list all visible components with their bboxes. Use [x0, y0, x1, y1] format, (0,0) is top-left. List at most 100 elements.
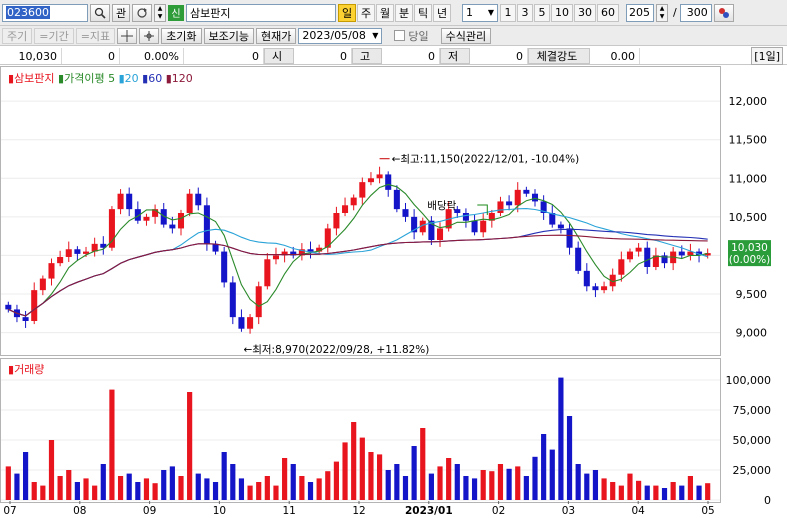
time-tick-label: 07 — [3, 505, 16, 517]
price-chart[interactable]: 12,00011,50011,00010,50010,0009,5009,000… — [0, 66, 787, 356]
current-price-button[interactable]: 현재가 — [256, 27, 297, 44]
period-day-button[interactable]: 일 — [338, 3, 356, 22]
volume-tick-label: 75,000 — [733, 404, 772, 417]
price-plot-area — [0, 66, 721, 356]
time-tick-label: 2023/01 — [405, 505, 453, 517]
chevron-down-icon: ▼ — [372, 31, 379, 40]
candle-body — [221, 251, 228, 283]
cycle-button[interactable]: 주기 — [2, 27, 33, 44]
candle-body — [367, 178, 374, 183]
price-axis-labels: 12,00011,50011,00010,50010,0009,5009,000 — [729, 95, 768, 339]
candle-body — [229, 282, 236, 318]
interval-select[interactable]: 1 ▼ — [462, 3, 498, 22]
last-rate-value: (0.00%) — [729, 254, 771, 266]
stock-code-input[interactable]: 023600 — [2, 3, 88, 22]
period-tick-button[interactable]: 틱 — [414, 3, 432, 22]
stock-scroll-spinner[interactable]: ▲ ▼ — [154, 3, 166, 22]
interval-3-button[interactable]: 3 — [517, 3, 533, 22]
high-label: 고 — [352, 48, 382, 64]
volume-bar — [195, 473, 201, 500]
quote-bar: 10,030 0 0.00% 0 시 0 고 0 저 0 체결강도 0.00 [… — [0, 47, 787, 65]
today-checkbox[interactable] — [394, 30, 406, 41]
volume-axis-labels: 100,00075,00050,00025,0000 — [726, 374, 772, 507]
settings-button[interactable] — [713, 3, 734, 22]
reset-button[interactable]: 초기화 — [161, 27, 202, 44]
move-button[interactable] — [139, 27, 160, 44]
volume-chart[interactable]: 100,00075,00050,00025,0000 — [0, 358, 787, 507]
volume-bar — [282, 458, 288, 500]
data-count-spinner[interactable]: ▲ ▼ — [656, 3, 668, 22]
volume-bar — [57, 476, 63, 500]
candle-body — [272, 255, 279, 260]
candle-body — [342, 205, 349, 213]
formula-manager-button[interactable]: 수식관리 — [440, 27, 492, 44]
time-tick-label: 03 — [562, 505, 575, 517]
volume-bar — [152, 483, 158, 500]
indicator-button[interactable]: =지표 — [75, 27, 116, 44]
crosshair-button[interactable] — [117, 27, 138, 44]
refresh-icon — [137, 7, 147, 18]
volume-bar — [66, 470, 72, 500]
period-tag: [1일] — [751, 47, 783, 65]
volume-bar — [566, 416, 573, 500]
price-legend: ▮삼보판지 ▮가격이평 5 ▮20 ▮60 ▮120 — [8, 70, 193, 86]
candle-body — [523, 189, 530, 194]
candle-body — [592, 286, 599, 291]
volume-chart-panel[interactable]: 100,000 75,000 50,000 25,000 0 ▮거래량 — [0, 358, 787, 507]
candle-body — [566, 228, 573, 248]
new-badge: 신 — [168, 4, 184, 21]
volume-bar — [506, 468, 512, 500]
high-annotation: ←최고:11,150(2022/12/01, -10.04%) — [392, 154, 580, 166]
volume-bar — [679, 485, 685, 500]
volume-bar — [143, 478, 150, 500]
trade-volume: 0 — [184, 48, 264, 64]
legend-stock-name: 삼보판지 — [14, 72, 55, 85]
interval-30-button[interactable]: 30 — [574, 3, 596, 22]
data-count-input[interactable]: 205 — [626, 3, 654, 22]
related-button[interactable]: 관 — [112, 3, 130, 22]
price-tick-label: 9,000 — [736, 327, 768, 340]
date-select[interactable]: 2023/05/08 ▼ — [298, 27, 383, 44]
dividend-annotation: 배당락 — [427, 200, 456, 212]
stock-name-field[interactable]: 삼보판지 — [186, 3, 336, 22]
period-month-button[interactable]: 월 — [376, 3, 394, 22]
volume-bar — [592, 470, 599, 500]
range-button[interactable]: =기간 — [34, 27, 74, 44]
candle-body — [575, 247, 582, 271]
volume-bar — [705, 483, 711, 500]
crosshair-icon — [121, 29, 134, 42]
candle-body — [57, 256, 64, 264]
candle-body — [48, 263, 55, 279]
period-year-button[interactable]: 년 — [433, 3, 451, 22]
strength-label: 체결강도 — [528, 48, 590, 64]
period-minute-button[interactable]: 분 — [395, 3, 413, 22]
open-label: 시 — [264, 48, 294, 64]
interval-5-button[interactable]: 5 — [534, 3, 550, 22]
candle-body — [393, 189, 400, 210]
volume-bar — [670, 482, 676, 500]
interval-1-button[interactable]: 1 — [500, 3, 516, 22]
price-tick-label: 11,000 — [729, 172, 768, 185]
interval-60-button[interactable]: 60 — [597, 3, 619, 22]
volume-bar — [74, 482, 80, 500]
candle-body — [462, 213, 469, 221]
legend-ma20: 20 — [124, 72, 139, 85]
candle-body — [203, 205, 210, 244]
chevron-down-icon: ▼ — [487, 8, 494, 17]
interval-10-button[interactable]: 10 — [551, 3, 573, 22]
today-label: 당일 — [408, 29, 429, 43]
refresh-button[interactable] — [132, 3, 152, 22]
aux-function-button[interactable]: 보조기능 — [203, 27, 255, 44]
period-week-button[interactable]: 주 — [357, 3, 375, 22]
volume-bar — [532, 456, 538, 500]
price-chart-panel[interactable]: 12,00011,50011,00010,50010,0009,5009,000… — [0, 66, 787, 356]
total-count-input[interactable]: 300 — [679, 3, 712, 22]
candle-body — [359, 182, 366, 198]
volume-bar — [696, 485, 702, 500]
price-tick-label: 12,000 — [729, 95, 768, 108]
volume-bar — [5, 466, 11, 500]
time-tick-label: 11 — [283, 505, 296, 517]
price-tick-label: 9,500 — [736, 288, 768, 301]
volume-bar — [446, 458, 452, 500]
stock-search-button[interactable] — [90, 3, 110, 22]
